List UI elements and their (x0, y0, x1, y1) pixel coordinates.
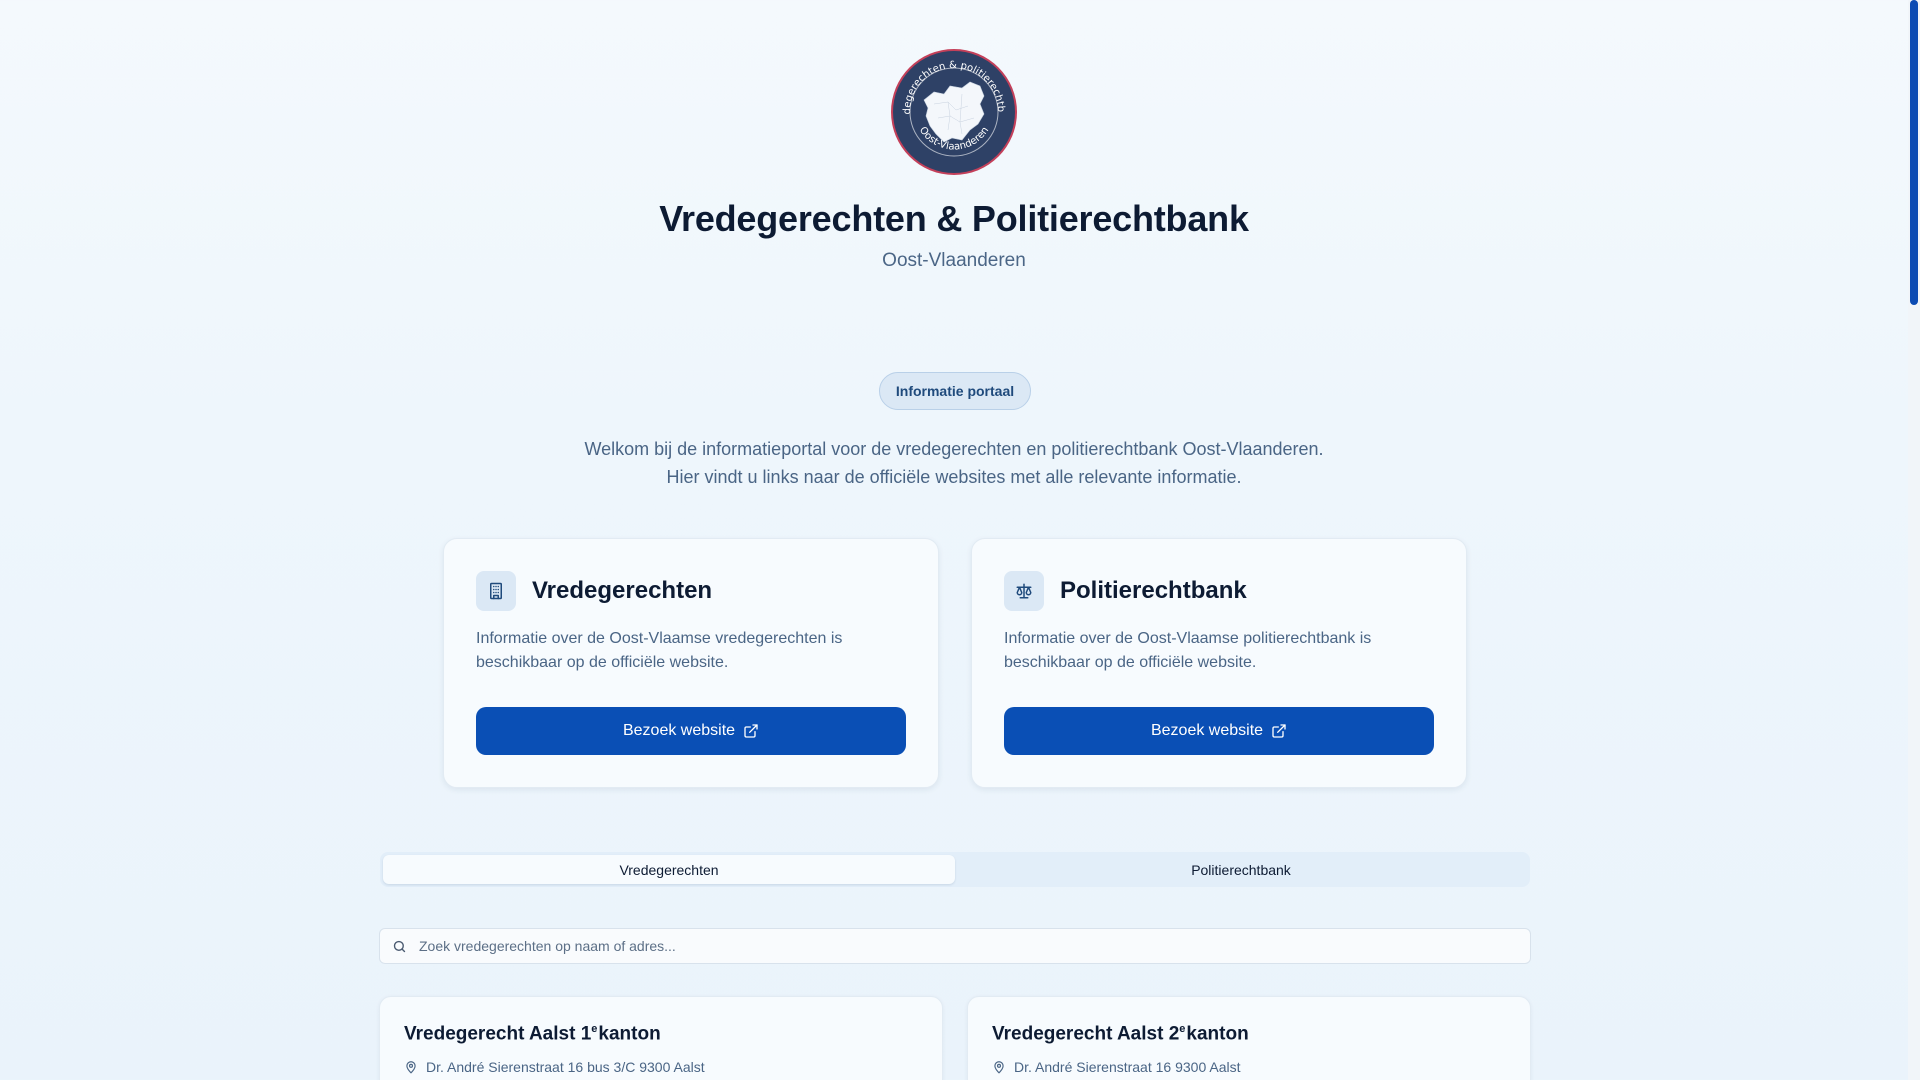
external-link-icon (744, 724, 758, 738)
map-pin-icon (994, 1061, 1004, 1074)
card-vredegerechten: Vredegerechten Informatie over de Oost-V… (443, 538, 939, 788)
ordinal-suffix: e (591, 1023, 598, 1035)
intro-line-1: Welkom bij de informatieportal voor de v… (584, 439, 1324, 459)
button-label: Bezoek website (622, 722, 736, 739)
page: vredegerechten & politierechtbank Oost-V… (0, 0, 1908, 1080)
button-label: Bezoek website (1150, 722, 1264, 739)
card-description: Informatie over de Oost-Vlaamse vredeger… (476, 630, 843, 671)
address-text: Dr. André Sierenstraat 16 bus 3/C 9300 A… (426, 1059, 705, 1075)
building-icon (476, 571, 516, 611)
card-description: Informatie over de Oost-Vlaamse politier… (1004, 630, 1372, 671)
card-title: Vredegerechten (532, 577, 713, 604)
page-title: Vredegerechten & Politierechtbank (659, 198, 1249, 239)
tab-politierechtbank[interactable]: Politierechtbank (955, 855, 1527, 884)
status-badge: Informatie portaal (879, 372, 1031, 410)
card-title: Politierechtbank (1060, 577, 1247, 604)
map-pin-icon (406, 1061, 416, 1074)
court-card[interactable]: Vredegerecht Aalst 2ekanton Dr. André Si… (967, 996, 1531, 1080)
court-address: Dr. André Sierenstraat 16 9300 Aalst (992, 1059, 1240, 1075)
court-address: Dr. André Sierenstraat 16 bus 3/C 9300 A… (404, 1059, 705, 1075)
address-text: Dr. André Sierenstraat 16 9300 Aalst (1014, 1059, 1241, 1075)
card-politierechtbank: Politierechtbank Informatie over de Oost… (971, 538, 1467, 788)
intro-line-2: Hier vindt u links naar de officiële web… (666, 467, 1242, 487)
court-name: Vredegerecht Aalst 2ekanton (992, 1023, 1249, 1045)
scales-icon (1004, 571, 1044, 611)
page-subtitle: Oost-Vlaanderen (882, 250, 1026, 271)
search-input[interactable] (419, 938, 1499, 954)
intro-text: Welkom bij de informatieportal voor de v… (0, 435, 1908, 491)
logo-seal: vredegerechten & politierechtbank Oost-V… (890, 48, 1017, 175)
court-card[interactable]: Vredegerecht Aalst 1ekanton Dr. André Si… (379, 996, 943, 1080)
tab-vredegerechten[interactable]: Vredegerechten (383, 855, 955, 884)
scrollbar[interactable] (1908, 0, 1920, 1080)
court-name: Vredegerecht Aalst 1ekanton (404, 1023, 661, 1045)
search-icon (393, 940, 406, 952)
visit-website-button[interactable]: Bezoek website (476, 707, 906, 755)
scrollbar-thumb[interactable] (1910, 0, 1918, 305)
external-link-icon (1272, 724, 1286, 738)
visit-website-button[interactable]: Bezoek website (1004, 707, 1434, 755)
tab-bar: Vredegerechten Politierechtbank (380, 852, 1530, 887)
search-box (379, 928, 1531, 964)
ordinal-suffix: e (1179, 1023, 1186, 1035)
